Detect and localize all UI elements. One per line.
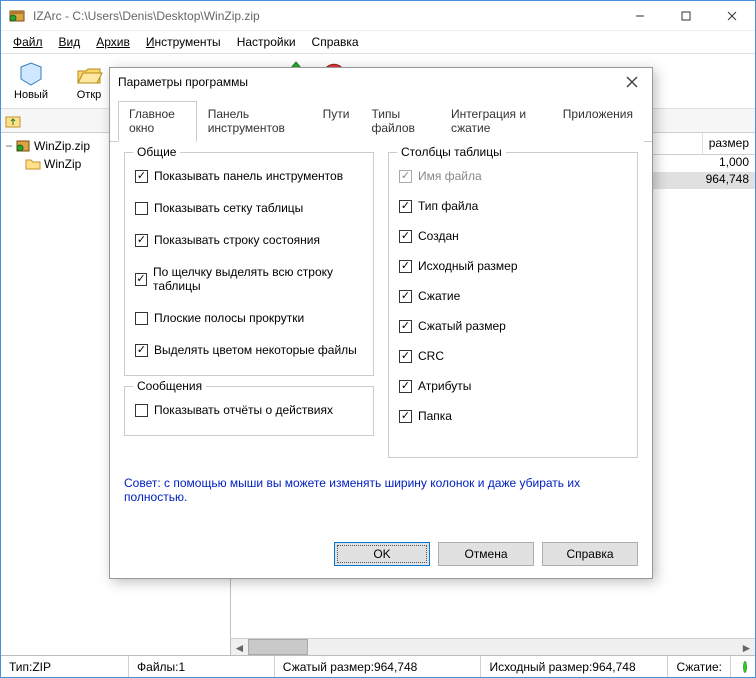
checkbox-col-filename xyxy=(399,170,412,183)
checkbox-col-orig-size[interactable] xyxy=(399,260,412,273)
checkbox-col-folder[interactable] xyxy=(399,410,412,423)
tab-addons[interactable]: Приложения xyxy=(552,101,644,142)
dialog-close-button[interactable] xyxy=(620,70,644,94)
tab-filetypes[interactable]: Типы файлов xyxy=(360,101,439,142)
close-icon xyxy=(626,76,638,88)
checkbox-highlight-files-label[interactable]: Выделять цветом некоторые файлы xyxy=(154,343,357,357)
tab-toolbar[interactable]: Панель инструментов xyxy=(197,101,312,142)
dialog-backdrop: Параметры программы Главное окно Панель … xyxy=(1,1,755,677)
group-messages-legend: Сообщения xyxy=(133,379,206,393)
checkbox-flat-scroll-label[interactable]: Плоские полосы прокрутки xyxy=(154,311,304,325)
tab-paths[interactable]: Пути xyxy=(312,101,361,142)
ok-button[interactable]: OK xyxy=(334,542,430,566)
checkbox-show-status[interactable] xyxy=(135,234,148,247)
group-columns: Столбцы таблицы Имя файла Тип файла Созд… xyxy=(388,152,638,458)
cancel-button[interactable]: Отмена xyxy=(438,542,534,566)
checkbox-click-row[interactable] xyxy=(135,273,147,286)
group-columns-legend: Столбцы таблицы xyxy=(397,145,506,159)
checkbox-col-compression[interactable] xyxy=(399,290,412,303)
checkbox-col-packed-size[interactable] xyxy=(399,320,412,333)
checkbox-col-filetype[interactable] xyxy=(399,200,412,213)
main-window: IZArc - C:\Users\Denis\Desktop\WinZip.zi… xyxy=(0,0,756,678)
dialog-hint: Совет: с помощью мыши вы можете изменять… xyxy=(124,476,638,504)
checkbox-flat-scroll[interactable] xyxy=(135,312,148,325)
checkbox-show-grid-label[interactable]: Показывать сетку таблицы xyxy=(154,201,303,215)
checkbox-show-grid[interactable] xyxy=(135,202,148,215)
checkbox-col-attributes[interactable] xyxy=(399,380,412,393)
checkbox-col-packed-size-label[interactable]: Сжатый размер xyxy=(418,319,506,333)
settings-dialog: Параметры программы Главное окно Панель … xyxy=(109,67,653,579)
tab-integration[interactable]: Интеграция и сжатие xyxy=(440,101,552,142)
dialog-tabs: Главное окно Панель инструментов Пути Ти… xyxy=(110,96,652,142)
group-general-legend: Общие xyxy=(133,145,180,159)
group-messages: Сообщения Показывать отчёты о действиях xyxy=(124,386,374,436)
checkbox-highlight-files[interactable] xyxy=(135,344,148,357)
checkbox-click-row-label[interactable]: По щелчку выделять всю строку таблицы xyxy=(153,265,363,293)
checkbox-show-reports[interactable] xyxy=(135,404,148,417)
checkbox-col-attributes-label[interactable]: Атрибуты xyxy=(418,379,471,393)
group-general: Общие Показывать панель инструментов Пок… xyxy=(124,152,374,376)
checkbox-col-compression-label[interactable]: Сжатие xyxy=(418,289,460,303)
checkbox-col-crc-label[interactable]: CRC xyxy=(418,349,444,363)
dialog-body: Общие Показывать панель инструментов Пок… xyxy=(110,142,652,546)
checkbox-col-folder-label[interactable]: Папка xyxy=(418,409,452,423)
checkbox-show-status-label[interactable]: Показывать строку состояния xyxy=(154,233,320,247)
checkbox-col-created[interactable] xyxy=(399,230,412,243)
checkbox-show-reports-label[interactable]: Показывать отчёты о действиях xyxy=(154,403,333,417)
checkbox-col-crc[interactable] xyxy=(399,350,412,363)
dialog-titlebar: Параметры программы xyxy=(110,68,652,96)
checkbox-col-orig-size-label[interactable]: Исходный размер xyxy=(418,259,518,273)
help-button[interactable]: Справка xyxy=(542,542,638,566)
checkbox-show-toolbar[interactable] xyxy=(135,170,148,183)
checkbox-show-toolbar-label[interactable]: Показывать панель инструментов xyxy=(154,169,343,183)
tab-main-window[interactable]: Главное окно xyxy=(118,101,197,142)
checkbox-col-filetype-label[interactable]: Тип файла xyxy=(418,199,478,213)
dialog-title: Параметры программы xyxy=(118,75,620,89)
checkbox-col-filename-label: Имя файла xyxy=(418,169,482,183)
checkbox-col-created-label[interactable]: Создан xyxy=(418,229,459,243)
dialog-buttons: OK Отмена Справка xyxy=(334,542,638,566)
